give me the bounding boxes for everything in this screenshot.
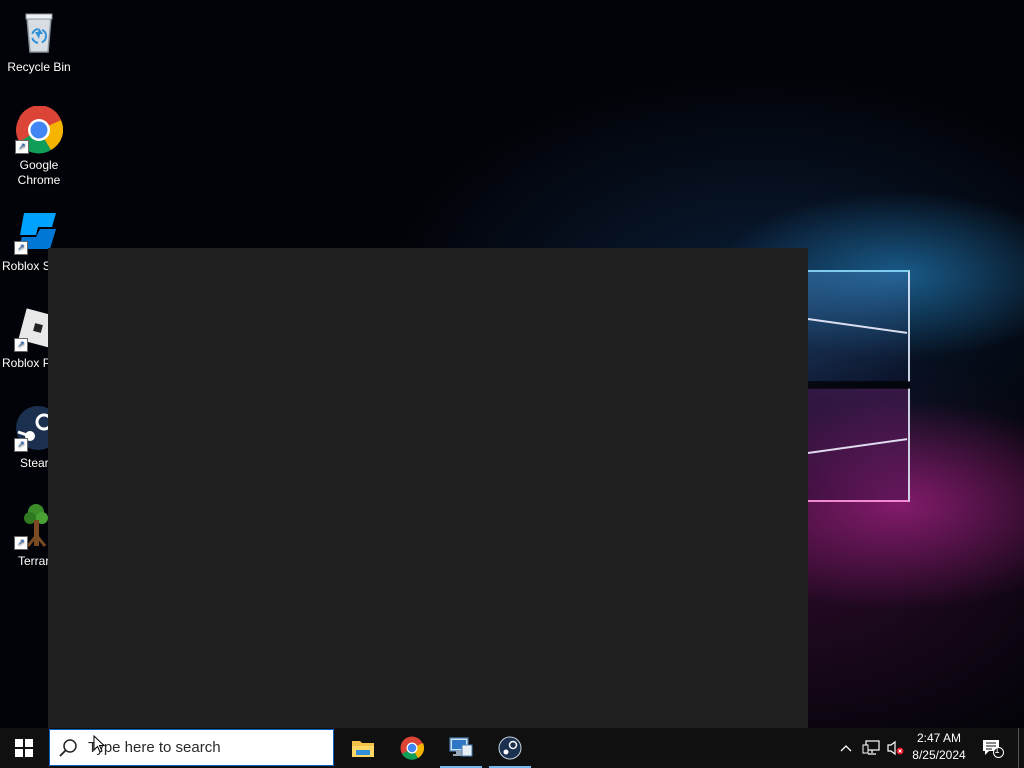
desktop-icon-recycle-bin[interactable]: Recycle Bin bbox=[0, 8, 78, 75]
taskbar-clock[interactable]: 2:47 AM 8/25/2024 bbox=[906, 730, 972, 766]
mouse-cursor-icon bbox=[93, 735, 105, 753]
taskbar-remote-desktop[interactable] bbox=[438, 728, 484, 768]
desktop-icon-label: Terrar bbox=[18, 554, 50, 568]
search-input[interactable] bbox=[86, 738, 320, 757]
windows-logo-icon bbox=[15, 739, 33, 757]
steam-icon bbox=[498, 736, 522, 760]
desktop-icon-label: Google Chrome bbox=[17, 158, 61, 187]
taskbar-steam[interactable] bbox=[487, 728, 533, 768]
desktop-icon-google-chrome[interactable]: ↗ Google Chrome bbox=[0, 105, 78, 188]
search-icon bbox=[50, 738, 86, 758]
chrome-icon: ↗ bbox=[15, 105, 64, 154]
desktop-icon-label: Roblox P bbox=[2, 356, 51, 370]
chrome-icon bbox=[400, 736, 424, 760]
action-center-button[interactable]: 1 bbox=[978, 728, 1008, 768]
show-desktop-button[interactable] bbox=[1018, 728, 1024, 768]
taskbar-file-explorer[interactable] bbox=[340, 728, 386, 768]
shortcut-arrow-icon: ↗ bbox=[15, 140, 29, 154]
shortcut-arrow-icon: ↗ bbox=[14, 338, 28, 352]
desktop-icon-label: Roblox S bbox=[2, 259, 51, 273]
shortcut-arrow-icon: ↗ bbox=[14, 438, 28, 452]
start-button[interactable] bbox=[0, 728, 48, 768]
taskbar-search-box[interactable] bbox=[49, 729, 334, 766]
desktop-icon-label: Stear bbox=[20, 456, 49, 470]
shortcut-arrow-icon: ↗ bbox=[14, 536, 28, 550]
show-hidden-icons-chevron-up-icon[interactable] bbox=[836, 728, 856, 768]
remote-desktop-icon bbox=[449, 737, 473, 757]
notification-count: 1 bbox=[994, 745, 1000, 755]
clock-date: 8/25/2024 bbox=[912, 748, 966, 762]
clock-time: 2:47 AM bbox=[916, 731, 962, 745]
desktop: Recycle Bin ↗ Google Chrome ↗ Roblox S ↗… bbox=[0, 0, 1024, 728]
recycle-bin-icon bbox=[15, 8, 63, 56]
taskbar-google-chrome[interactable] bbox=[389, 728, 435, 768]
network-icon[interactable] bbox=[860, 728, 882, 768]
volume-muted-icon[interactable] bbox=[884, 728, 906, 768]
taskbar: 2:47 AM 8/25/2024 1 bbox=[0, 728, 1024, 768]
app-window[interactable] bbox=[48, 248, 808, 728]
wallpaper-logo-gap bbox=[808, 381, 910, 389]
file-explorer-icon bbox=[352, 741, 374, 757]
shortcut-arrow-icon: ↗ bbox=[14, 241, 28, 255]
desktop-icon-label: Recycle Bin bbox=[7, 60, 71, 74]
